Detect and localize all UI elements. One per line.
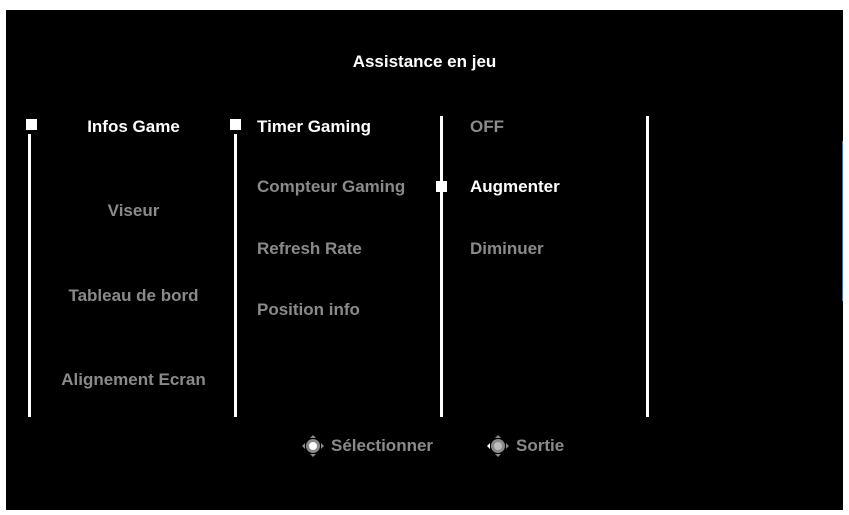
column-divider-level3 xyxy=(440,116,443,417)
selection-marker-level2 xyxy=(230,119,241,130)
menu-item-timer-gaming[interactable]: Timer Gaming xyxy=(257,117,371,137)
menu-item-infos-game[interactable]: Infos Game xyxy=(46,117,221,137)
menu-item-viseur[interactable]: Viseur xyxy=(46,201,221,221)
footer-exit-hint: Sortie xyxy=(486,434,564,458)
selection-marker-level3 xyxy=(436,181,447,192)
menu-item-tableau-de-bord[interactable]: Tableau de bord xyxy=(46,286,221,306)
column-divider-level2 xyxy=(234,134,237,417)
option-diminuer[interactable]: Diminuer xyxy=(470,239,544,259)
joystick-icon xyxy=(487,435,509,457)
option-off[interactable]: OFF xyxy=(470,117,504,137)
joystick-icon xyxy=(302,435,324,457)
menu-item-refresh-rate[interactable]: Refresh Rate xyxy=(257,239,362,259)
page-title: Assistance en jeu xyxy=(352,52,497,71)
selection-marker-level1 xyxy=(26,119,37,130)
menu-item-alignement-ecran[interactable]: Alignement Ecran xyxy=(46,370,221,390)
menu-item-position-info[interactable]: Position info xyxy=(257,300,360,320)
footer-select-hint: Sélectionner xyxy=(301,434,433,458)
osd-menu-panel: Assistance en jeu Infos Game Viseur Tabl… xyxy=(6,10,843,510)
footer-exit-label: Sortie xyxy=(516,436,565,455)
menu-item-compteur-gaming[interactable]: Compteur Gaming xyxy=(257,177,405,197)
column-divider-right xyxy=(646,116,649,417)
scrollbar[interactable] xyxy=(842,141,843,301)
footer-select-label: Sélectionner xyxy=(331,436,434,455)
option-augmenter[interactable]: Augmenter xyxy=(470,177,560,197)
column-divider-level1 xyxy=(28,134,31,417)
